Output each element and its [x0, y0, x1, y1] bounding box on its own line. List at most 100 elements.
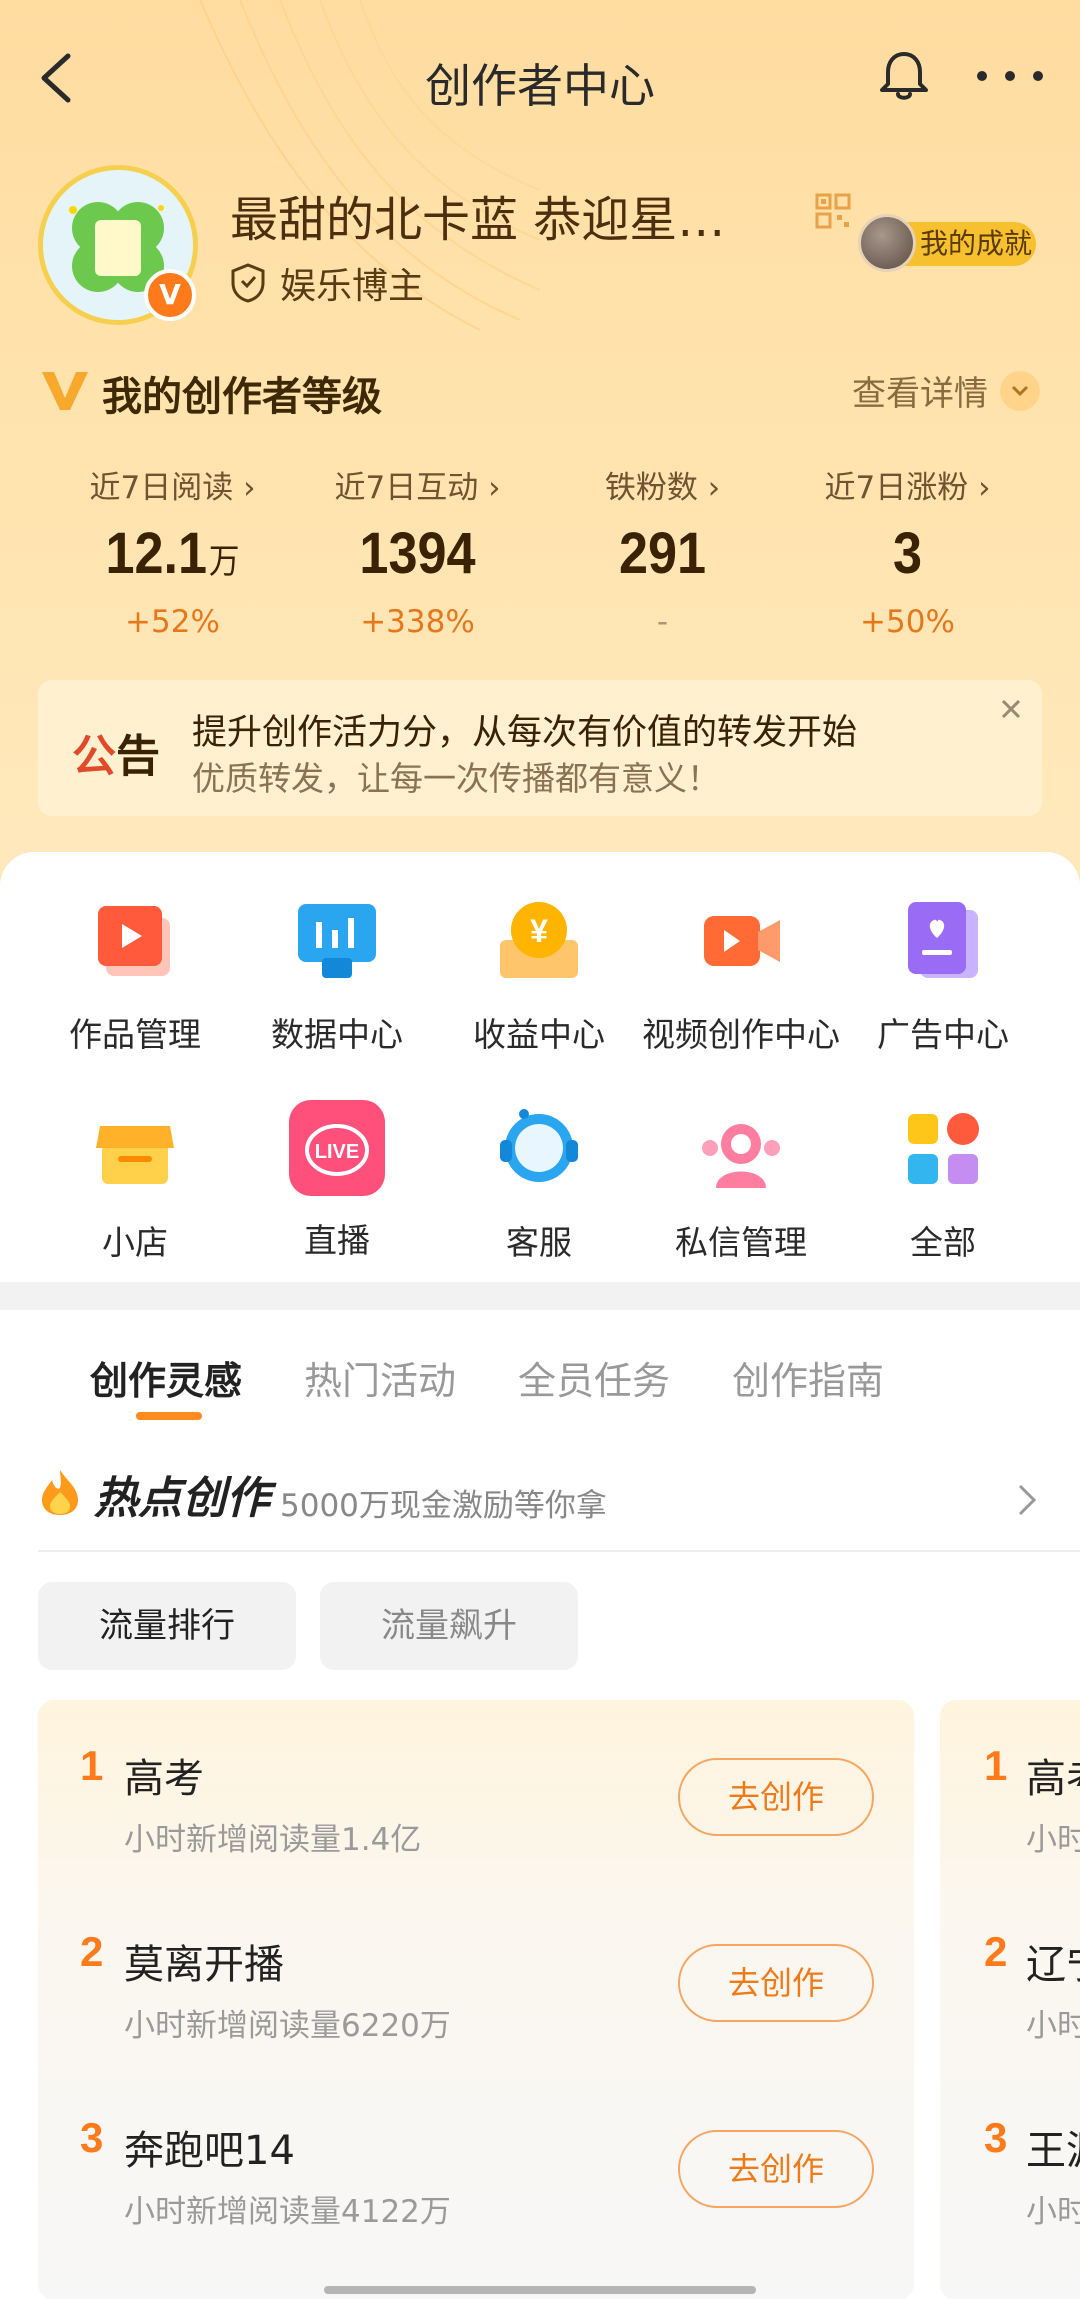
- grid-item-all[interactable]: 全部: [842, 1104, 1044, 1264]
- grid-item-income[interactable]: ¥ 收益中心: [438, 896, 640, 1056]
- grid-item-ad-center[interactable]: 广告中心: [842, 896, 1044, 1056]
- stat-7day-reads[interactable]: 近7日阅读 › 12.1万 +52%: [50, 462, 295, 640]
- works-icon: [98, 906, 170, 976]
- hot-creation-header[interactable]: 热点创作 5000万现金激励等你拿: [38, 1462, 1080, 1552]
- trending-rank: 1: [984, 1742, 1008, 1789]
- chevron-right-icon: [1018, 1484, 1037, 1516]
- tools-row-1: 作品管理 数据中心 ¥ 收益中心 视频创作中心 广告中心: [0, 896, 1080, 1056]
- grid-item-messages[interactable]: 私信管理: [640, 1104, 842, 1264]
- stat-label: 近7日阅读: [89, 470, 234, 506]
- shield-icon: [231, 263, 265, 303]
- trending-rank: 3: [984, 2114, 1008, 2161]
- chevron-right-icon: ›: [978, 470, 991, 506]
- flame-icon: [42, 1470, 78, 1515]
- yen-glyph: ¥: [530, 913, 548, 949]
- stat-unit: 万: [208, 543, 240, 581]
- stat-label: 近7日涨粉: [824, 470, 969, 506]
- tab-all-member-tasks[interactable]: 全员任务: [518, 1350, 670, 1420]
- stat-delta: -: [656, 604, 669, 640]
- tools-card: 作品管理 数据中心 ¥ 收益中心 视频创作中心 广告中心 小店 LIVE 直播 …: [0, 852, 1080, 1282]
- announcement-title: 提升创作活力分，从每次有价值的转发开始: [192, 713, 858, 753]
- create-button[interactable]: 去创作: [678, 1758, 874, 1836]
- customer-service-icon: [500, 1109, 578, 1182]
- grid-item-label: 全部: [910, 1223, 976, 1262]
- trending-rank: 3: [80, 2114, 104, 2161]
- grid-item-label: 直播: [304, 1221, 370, 1260]
- video-camera-icon: [704, 916, 780, 966]
- trending-row: 1 高考 小时: [940, 1700, 1080, 1858]
- trending-topic: 高考: [1026, 1756, 1080, 1802]
- stat-value: 3: [892, 521, 923, 586]
- trending-meta: 小时新增阅读量6220万: [124, 2008, 451, 2044]
- stat-value: 12.1: [105, 521, 208, 586]
- messages-icon: [702, 1124, 780, 1188]
- trending-meta: 小时新增阅读量1.4亿: [124, 1822, 422, 1858]
- trending-row[interactable]: 1 高考 小时新增阅读量1.4亿 去创作: [38, 1700, 914, 1858]
- stat-label: 铁粉数: [604, 470, 698, 506]
- tab-label: 创作灵感: [90, 1359, 243, 1403]
- trending-card-peek[interactable]: 1 高考 小时 2 辽宁 小时 3 王源 小时: [940, 1700, 1080, 2299]
- avatar[interactable]: V: [38, 165, 198, 325]
- top-nav-bar: 创作者中心: [0, 30, 1080, 130]
- close-icon[interactable]: [996, 694, 1026, 724]
- grid-item-customer-service[interactable]: 客服: [438, 1104, 640, 1264]
- trending-meta: 小时: [1026, 1822, 1080, 1858]
- announcement-banner[interactable]: 公告 提升创作活力分，从每次有价值的转发开始 优质转发，让每一次传播都有意义！: [38, 680, 1042, 816]
- trending-row[interactable]: 3 奔跑吧14 小时新增阅读量4122万 去创作: [38, 2072, 914, 2230]
- more-icon[interactable]: [970, 56, 1050, 96]
- grid-item-shop[interactable]: 小店: [34, 1104, 236, 1264]
- bell-icon[interactable]: [872, 44, 936, 108]
- grid-item-label: 作品管理: [69, 1015, 201, 1054]
- tab-hot-events[interactable]: 热门活动: [304, 1350, 456, 1420]
- tab-label: 热门活动: [304, 1359, 457, 1403]
- v-level-icon: [42, 372, 88, 410]
- tab-label: 创作指南: [732, 1359, 885, 1403]
- trending-meta: 小时新增阅读量4122万: [124, 2194, 451, 2230]
- grid-item-data-center[interactable]: 数据中心: [236, 896, 438, 1056]
- level-title: 我的创作者等级: [102, 374, 382, 420]
- home-indicator[interactable]: [324, 2286, 756, 2294]
- achievement-button[interactable]: 我的成就: [858, 214, 1036, 272]
- stat-7day-new-fans[interactable]: 近7日涨粉 › 3 +50%: [785, 462, 1030, 640]
- qr-code-icon[interactable]: [815, 193, 851, 229]
- medal-icon: [858, 214, 916, 272]
- trending-meta: 小时: [1026, 2008, 1080, 2044]
- username[interactable]: 最甜的北卡蓝 恭迎星…: [230, 180, 725, 250]
- trending-rank: 2: [984, 1928, 1008, 1975]
- trending-topic: 奔跑吧14: [124, 2128, 295, 2174]
- stats-row: 近7日阅读 › 12.1万 +52% 近7日互动 › 1394 +338% 铁粉…: [50, 462, 1030, 640]
- grid-item-label: 私信管理: [675, 1223, 807, 1262]
- stat-7day-interactions[interactable]: 近7日互动 › 1394 +338%: [295, 462, 540, 640]
- announcement-tag-b: 告: [116, 731, 160, 782]
- trending-meta: 小时: [1026, 2194, 1080, 2230]
- grid-item-label: 客服: [506, 1223, 572, 1262]
- ad-icon: [908, 902, 978, 978]
- income-icon: ¥: [500, 902, 578, 978]
- trending-topic: 高考: [124, 1756, 204, 1802]
- create-button[interactable]: 去创作: [678, 2130, 874, 2208]
- trending-topic: 王源: [1026, 2128, 1080, 2174]
- stat-iron-fans[interactable]: 铁粉数 › 291 -: [540, 462, 785, 640]
- tab-inspiration[interactable]: 创作灵感: [90, 1350, 242, 1420]
- announcement-tag: 公告: [72, 720, 160, 784]
- chevron-right-icon: ›: [488, 470, 501, 506]
- tab-creation-guide[interactable]: 创作指南: [732, 1350, 884, 1420]
- view-details-button[interactable]: 查看详情: [852, 366, 1040, 415]
- chevron-right-icon: ›: [707, 470, 721, 506]
- trending-row[interactable]: 2 莫离开播 小时新增阅读量6220万 去创作: [38, 1886, 914, 2044]
- grid-item-works[interactable]: 作品管理: [34, 896, 236, 1056]
- trending-topic: 辽宁: [1026, 1942, 1080, 1988]
- creator-level-row: 我的创作者等级 查看详情: [40, 360, 1040, 420]
- stat-label: 近7日互动: [334, 470, 479, 506]
- stat-delta: +52%: [125, 604, 220, 640]
- live-badge-text: LIVE: [315, 1141, 359, 1163]
- grid-item-video-center[interactable]: 视频创作中心: [640, 896, 842, 1056]
- announcement-tag-a: 公: [72, 731, 116, 782]
- create-button[interactable]: 去创作: [678, 1944, 874, 2022]
- stat-value: 1394: [359, 521, 476, 586]
- chip-traffic-rising[interactable]: 流量飙升: [320, 1582, 578, 1670]
- stat-value: 291: [618, 521, 707, 586]
- hot-creation-title: 热点创作: [94, 1473, 270, 1524]
- grid-item-live[interactable]: LIVE 直播: [236, 1100, 438, 1264]
- chip-traffic-ranking[interactable]: 流量排行: [38, 1582, 296, 1670]
